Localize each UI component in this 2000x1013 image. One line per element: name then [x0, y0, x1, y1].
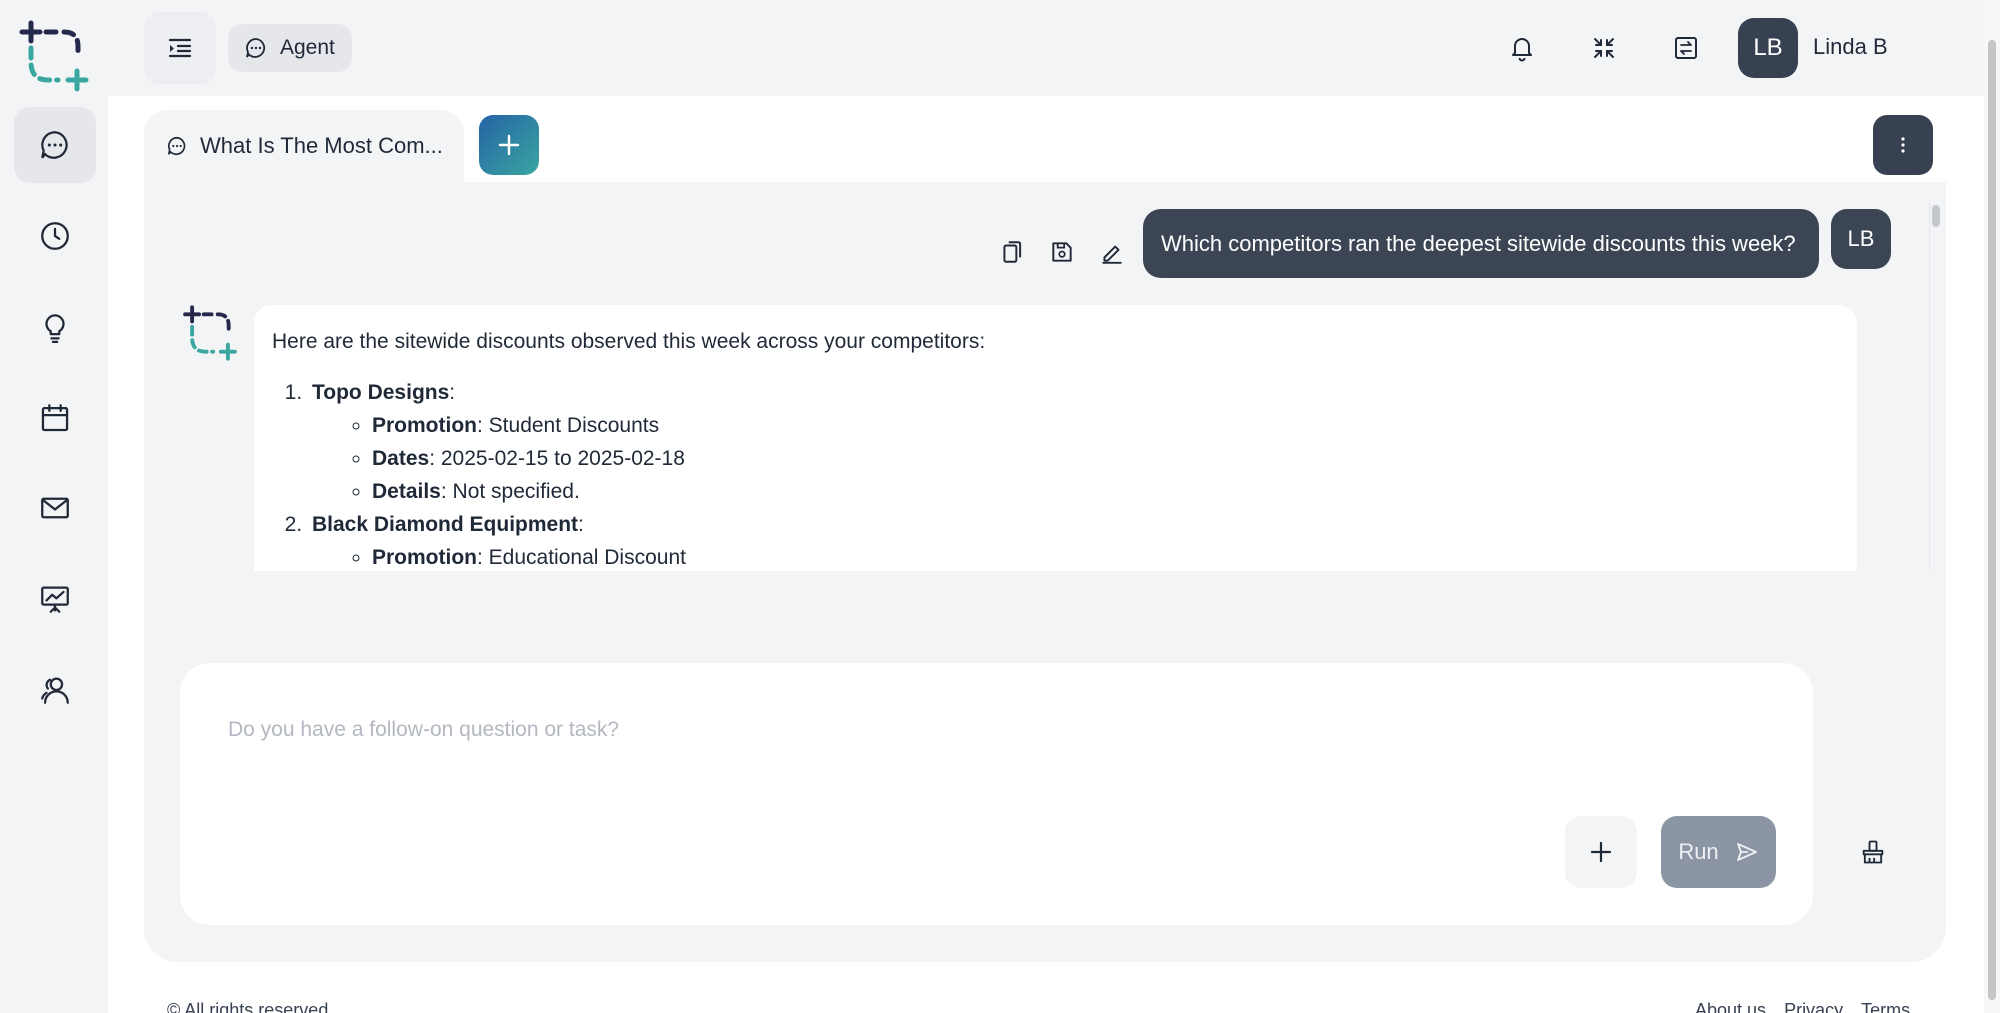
fullscreen-button[interactable] — [1580, 24, 1628, 72]
new-tab-button[interactable] — [479, 115, 539, 175]
assistant-avatar — [182, 305, 238, 361]
run-button[interactable]: Run — [1661, 816, 1776, 888]
competitor-name: Black Diamond Equipment — [312, 513, 579, 536]
logo-crop-plus-icon — [19, 20, 89, 92]
chat-bubble-icon — [167, 136, 186, 156]
field-value: Educational Discount — [488, 546, 686, 569]
assistant-message: Here are the sitewide discounts observed… — [254, 305, 1857, 571]
sidebar-item-users[interactable] — [14, 652, 96, 728]
user-message-avatar: LB — [1831, 209, 1891, 269]
pencil-icon — [1102, 245, 1122, 264]
sidebar-item-calendar[interactable] — [14, 380, 96, 456]
run-label: Run — [1678, 839, 1719, 864]
user-avatar[interactable]: LB — [1738, 18, 1798, 78]
field-label: Details — [372, 480, 441, 503]
sidebar-item-ideas[interactable] — [14, 289, 96, 365]
field-label: Promotion — [372, 414, 477, 437]
sidebar-item-chat[interactable] — [14, 107, 96, 183]
chat-scrollbar[interactable] — [1929, 203, 1939, 571]
chat-bubble-icon — [246, 38, 266, 58]
switch-view-button[interactable] — [1662, 24, 1710, 72]
chart-board-icon — [41, 586, 69, 613]
add-attachment-button[interactable] — [1565, 816, 1637, 888]
footer-links: About us Privacy Terms — [1695, 1000, 1910, 1013]
plus-icon — [1590, 841, 1612, 863]
competitor-name: Topo Designs — [312, 381, 450, 404]
field-value: 2025-02-15 to 2025-02-18 — [440, 447, 685, 470]
user-message: Which competitors ran the deepest sitewi… — [1143, 209, 1819, 278]
brush-icon — [1862, 840, 1884, 864]
list-item: Topo Designs: Promotion: Student Discoun… — [308, 376, 1839, 508]
copy-button[interactable] — [998, 238, 1026, 266]
message-actions — [998, 238, 1126, 266]
field-value: Student Discounts — [488, 414, 660, 437]
list-item: Details: Not specified. — [372, 475, 1839, 508]
clock-icon — [41, 222, 69, 250]
footer-copyright: © All rights reserved — [167, 1000, 329, 1013]
more-options-button[interactable] — [1873, 115, 1933, 175]
sidebar-item-presentation[interactable] — [14, 561, 96, 637]
footer-link-terms[interactable]: Terms — [1861, 1000, 1910, 1013]
tools-button[interactable] — [1837, 816, 1909, 888]
tab-title: What Is The Most Com... — [200, 133, 443, 158]
mail-icon — [41, 497, 69, 519]
bell-icon — [1512, 38, 1532, 62]
copy-icon — [1003, 241, 1022, 263]
agent-chip-label: Agent — [280, 36, 335, 59]
list-item: Black Diamond Equipment: Promotion: Educ… — [308, 508, 1839, 571]
users-icon — [41, 677, 69, 704]
notifications-button[interactable] — [1498, 24, 1546, 72]
sidebar-item-mail[interactable] — [14, 470, 96, 546]
follow-up-input[interactable] — [228, 712, 1428, 748]
save-icon — [1052, 242, 1072, 262]
calendar-icon — [41, 404, 69, 432]
answer-intro: Here are the sitewide discounts observed… — [272, 330, 986, 353]
kebab-menu-icon — [1901, 137, 1905, 153]
tab-conversation[interactable]: What Is The Most Com... — [144, 110, 464, 182]
menu-toggle-button[interactable] — [144, 12, 216, 84]
field-label: Dates — [372, 447, 430, 470]
footer-link-about[interactable]: About us — [1695, 1000, 1766, 1013]
field-value: Not specified. — [452, 480, 580, 503]
save-button[interactable] — [1048, 238, 1076, 266]
page-scroll-thumb[interactable] — [1988, 40, 1996, 1000]
list-item: Promotion: Student Discounts — [372, 409, 1839, 442]
menu-collapse-icon — [168, 38, 192, 58]
field-label: Promotion — [372, 546, 477, 569]
list-item: Dates: 2025-02-15 to 2025-02-18 — [372, 442, 1839, 475]
plus-icon — [498, 134, 520, 156]
switch-arrows-icon — [1675, 37, 1697, 59]
sidebar-item-history[interactable] — [14, 198, 96, 274]
send-icon — [1736, 843, 1757, 861]
chat-bubble-icon — [41, 131, 68, 159]
chat-scroll-thumb[interactable] — [1932, 205, 1940, 227]
logo-crop-plus-icon — [183, 305, 237, 361]
collapse-arrows-icon — [1594, 38, 1614, 58]
list-item: Promotion: Educational Discount — [372, 541, 1839, 571]
user-name[interactable]: Linda B — [1813, 34, 1888, 60]
footer-link-privacy[interactable]: Privacy — [1784, 1000, 1843, 1013]
competitor-list: Topo Designs: Promotion: Student Discoun… — [308, 376, 1839, 571]
agent-mode-chip[interactable]: Agent — [228, 24, 352, 72]
composer — [180, 663, 1813, 925]
app-logo[interactable] — [18, 20, 90, 92]
edit-button[interactable] — [1098, 238, 1126, 266]
lightbulb-icon — [45, 314, 65, 344]
